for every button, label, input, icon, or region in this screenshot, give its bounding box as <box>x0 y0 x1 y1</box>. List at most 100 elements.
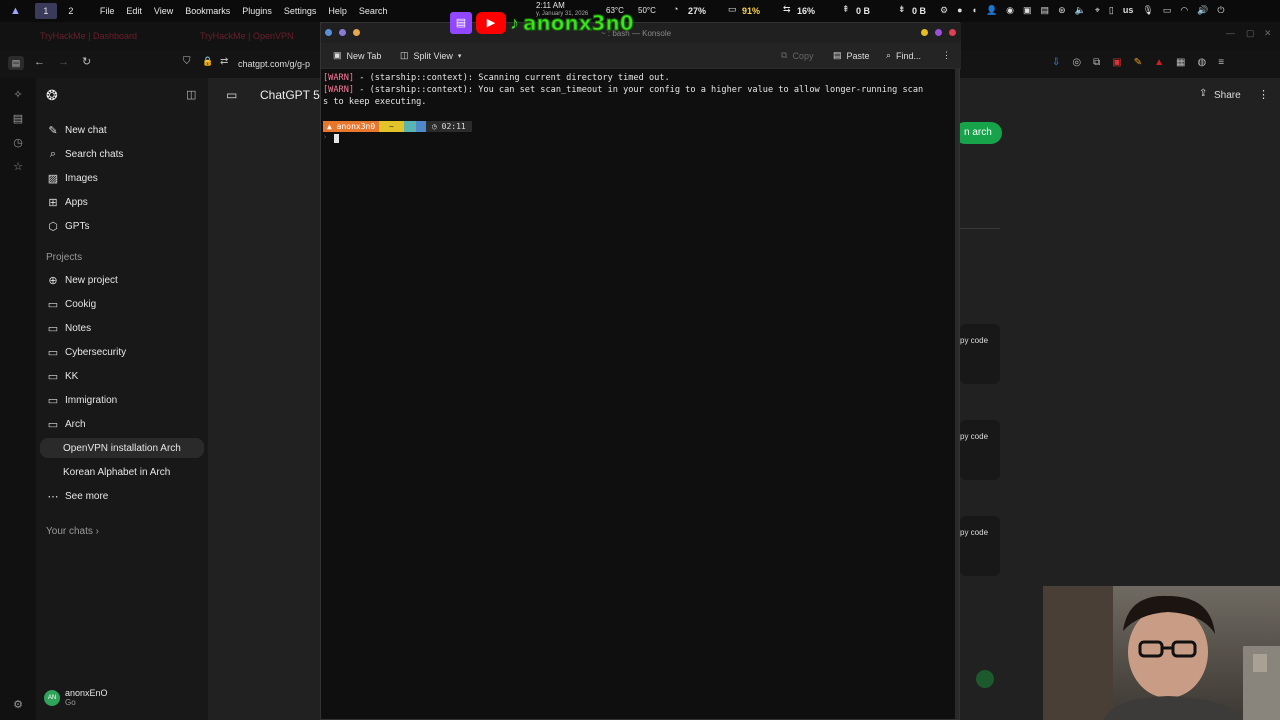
puzzle-icon[interactable]: ⧉ <box>1093 57 1100 68</box>
extension-icon[interactable]: ▲ <box>1154 57 1164 68</box>
extension-icon[interactable]: ◎ <box>1072 57 1081 68</box>
traffic-light-icon[interactable] <box>325 29 332 36</box>
sidebar-toggle-icon[interactable]: ▤ <box>8 56 24 70</box>
voice-button-icon[interactable] <box>976 670 994 688</box>
your-chats-heading[interactable]: Your chats › <box>46 526 99 537</box>
settings-icon[interactable]: ⚙ <box>11 698 25 712</box>
user-profile[interactable]: AN anonxEnO Go <box>44 688 108 707</box>
window-icon[interactable]: ▤ <box>1041 5 1050 16</box>
history-list-icon[interactable]: ▤ <box>11 112 25 126</box>
sidebar-item-images[interactable]: ▨ Images <box>46 168 204 188</box>
sidebar-item-apps[interactable]: ⊞ Apps <box>46 192 204 212</box>
sidebar-item-gpts[interactable]: ⬡ GPTs <box>46 216 204 236</box>
network-icon[interactable]: ⊛ <box>1058 5 1066 16</box>
minimize-icon[interactable] <box>921 29 928 36</box>
menu-file[interactable]: File <box>100 6 115 16</box>
split-view-button[interactable]: ◫ Split View ▾ <box>400 50 461 61</box>
mic-icon[interactable]: 🎙 <box>1142 5 1153 16</box>
clipboard-icon[interactable]: ▣ <box>1023 5 1032 16</box>
window-maximize-icon[interactable]: ▢ <box>1246 28 1255 39</box>
location-icon[interactable]: ⌖ <box>1095 5 1100 16</box>
project-item-kk[interactable]: ▭ KK <box>46 366 204 386</box>
vpn-icon[interactable]: ◉ <box>1006 5 1014 16</box>
menu-settings[interactable]: Settings <box>284 6 317 16</box>
window-close-icon[interactable]: ✕ <box>1264 28 1272 39</box>
traffic-light-icon[interactable] <box>339 29 346 36</box>
menu-view[interactable]: View <box>154 6 173 16</box>
project-item-notes[interactable]: ▭ Notes <box>46 318 204 338</box>
audio-icon[interactable]: ◖ <box>972 5 977 16</box>
traffic-light-icon[interactable] <box>353 29 360 36</box>
url-field[interactable]: chatgpt.com/g/g-p <box>238 59 310 69</box>
menu-edit[interactable]: Edit <box>126 6 142 16</box>
power-icon[interactable]: ⏻ <box>1217 5 1224 16</box>
wifi-icon[interactable]: ◠ <box>1180 5 1188 16</box>
shield-icon[interactable]: ⛉ <box>183 56 191 67</box>
bookmark-star-icon[interactable]: ☆ <box>11 160 25 174</box>
locale-label[interactable]: us <box>1123 5 1134 16</box>
back-icon[interactable]: ← <box>34 56 45 68</box>
display-icon[interactable]: ▭ <box>1163 5 1172 16</box>
find-button[interactable]: ⌕ Find... <box>886 50 921 61</box>
apps-grid-icon[interactable]: ▦ <box>1176 57 1185 68</box>
terminal-output[interactable]: [WARN] - (starship::context): Scanning c… <box>321 69 957 719</box>
see-more-button[interactable]: ⋯ See more <box>46 486 204 506</box>
speaker-icon[interactable]: 🔈 <box>1075 5 1086 16</box>
project-chat-item[interactable]: OpenVPN installation Arch <box>40 438 204 458</box>
window-minimize-icon[interactable]: — <box>1226 28 1235 38</box>
copy-code-button[interactable]: py code <box>960 528 988 537</box>
maximize-icon[interactable] <box>935 29 942 36</box>
volume-icon[interactable]: 🔊 <box>1197 5 1208 16</box>
chatgpt-logo-icon[interactable]: ❂ <box>46 87 58 104</box>
chat-sidebar: ❂ ◫ ✎ New chat ⌕ Search chats ▨ Images ⊞ Apps ⬡ G… <box>36 78 208 720</box>
project-item-immigration[interactable]: ▭ Immigration <box>46 390 204 410</box>
lock-icon[interactable]: 🔒 <box>202 56 213 67</box>
extension-icon[interactable]: ▣ <box>1112 57 1121 68</box>
paste-button[interactable]: ▤ Paste <box>833 50 870 61</box>
menu-help[interactable]: Help <box>328 6 347 16</box>
copy-code-button[interactable]: py code <box>960 432 988 441</box>
close-icon[interactable] <box>949 29 956 36</box>
terminal-scrollbar[interactable] <box>955 69 959 719</box>
project-item-cybersecurity[interactable]: ▭ Cybersecurity <box>46 342 204 362</box>
project-item-cookig[interactable]: ▭ Cookig <box>46 294 204 314</box>
folder-icon: ▭ <box>47 394 59 407</box>
workspace-2[interactable]: 2 <box>60 3 82 19</box>
model-title[interactable]: ChatGPT 5 <box>260 88 320 102</box>
sidebar-item-new-chat[interactable]: ✎ New chat <box>46 120 204 140</box>
collapse-sidebar-icon[interactable]: ◫ <box>186 88 196 101</box>
project-chat-item[interactable]: Korean Alphabet in Arch <box>40 462 204 482</box>
download-icon[interactable]: ⇩ <box>1052 57 1060 68</box>
project-item-new-project[interactable]: ⊕ New project <box>46 270 204 290</box>
browser-tab[interactable]: TryHackMe | Dashboard <box>40 31 137 41</box>
project-item-arch[interactable]: ▭ Arch <box>46 414 204 434</box>
menu-bookmarks[interactable]: Bookmarks <box>185 6 230 16</box>
menu-plugins[interactable]: Plugins <box>242 6 272 16</box>
status-dot-icon[interactable]: ● <box>957 5 962 16</box>
terminal-titlebar[interactable]: ~ : bash — Konsole <box>321 23 961 43</box>
battery-icon[interactable]: ▯ <box>1109 5 1114 16</box>
hamburger-menu-icon[interactable]: ⋮ <box>942 50 951 61</box>
settings-icon[interactable]: ⚙ <box>940 5 948 16</box>
forward-icon[interactable]: → <box>58 56 69 68</box>
ai-icon[interactable]: ✧ <box>11 88 25 102</box>
reload-icon[interactable]: ↻ <box>82 55 91 68</box>
terminal-window[interactable]: ~ : bash — Konsole ▣ New Tab ◫ Split View ▾… <box>320 22 961 720</box>
workspace-1[interactable]: 1 <box>34 3 57 19</box>
extension-icon[interactable]: ✎ <box>1134 57 1142 68</box>
new-tab-button[interactable]: ▣ New Tab <box>333 50 381 61</box>
copy-code-button[interactable]: py code <box>960 336 988 345</box>
share-icon[interactable]: ⇪ <box>1199 88 1207 99</box>
permissions-icon[interactable]: ⇄ <box>220 56 228 67</box>
clock-icon[interactable]: ◷ <box>11 136 25 150</box>
menu-icon[interactable]: ≡ <box>1218 57 1224 68</box>
copy-button[interactable]: ⧉ Copy <box>781 50 813 61</box>
share-button[interactable]: Share <box>1214 90 1241 101</box>
sidebar-item-search-chats[interactable]: ⌕ Search chats <box>46 144 204 164</box>
menu-search[interactable]: Search <box>359 6 388 16</box>
user-icon[interactable]: 👤 <box>986 5 997 16</box>
profile-icon[interactable]: ◍ <box>1197 57 1206 68</box>
app-launcher-icon[interactable]: ▲ <box>10 5 21 17</box>
browser-tab[interactable]: TryHackMe | OpenVPN <box>200 31 294 41</box>
more-options-icon[interactable]: ⋮ <box>1258 88 1269 101</box>
